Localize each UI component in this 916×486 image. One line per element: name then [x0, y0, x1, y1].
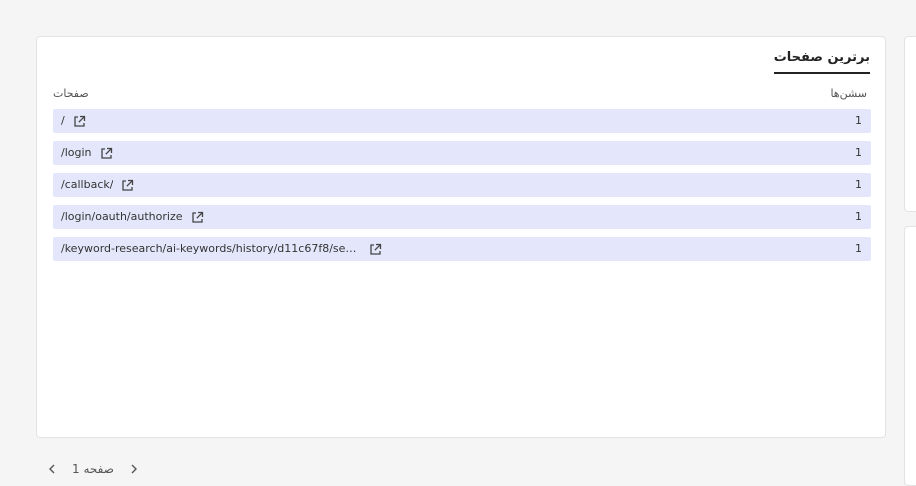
session-count: 1: [855, 210, 862, 223]
list-item: /callback/ 1: [53, 173, 871, 197]
external-link-icon[interactable]: [73, 115, 86, 128]
side-card-bottom: [904, 226, 916, 486]
page-path-link[interactable]: /keyword-research/ai-keywords/history/d1…: [61, 237, 382, 261]
pages-list: / 1 /login 1 /callback/ 1 /login/oauth/a…: [53, 109, 871, 269]
page-path: /: [61, 114, 65, 127]
list-item: /login/oauth/authorize 1: [53, 205, 871, 229]
session-count: 1: [855, 242, 862, 255]
external-link-icon[interactable]: [100, 147, 113, 160]
page-path: /login: [61, 146, 92, 159]
list-item: / 1: [53, 109, 871, 133]
column-header-pages: صفحات: [53, 87, 89, 100]
page-path-link[interactable]: /callback/: [61, 173, 134, 197]
page-path-link[interactable]: /login: [61, 141, 113, 165]
external-link-icon[interactable]: [191, 211, 204, 224]
tab-top-pages[interactable]: برترین صفحات: [773, 50, 870, 74]
page-indicator: صفحه 1: [72, 462, 114, 476]
page-path-link[interactable]: /: [61, 109, 86, 133]
pagination: صفحه 1: [44, 460, 142, 478]
external-link-icon[interactable]: [121, 179, 134, 192]
external-link-icon[interactable]: [369, 243, 382, 256]
session-count: 1: [855, 114, 862, 127]
page-path: /keyword-research/ai-keywords/history/d1…: [61, 242, 361, 255]
side-card-top: [904, 36, 916, 212]
page-path: /login/oauth/authorize: [61, 210, 183, 223]
chevron-right-icon[interactable]: [126, 461, 142, 477]
page-path: /callback/: [61, 178, 114, 191]
list-item: /keyword-research/ai-keywords/history/d1…: [53, 237, 871, 261]
session-count: 1: [855, 146, 862, 159]
column-header-sessions: سشن‌ها: [830, 87, 867, 100]
list-item: /login 1: [53, 141, 871, 165]
top-pages-card: برترین صفحات صفحات سشن‌ها / 1 /login 1: [36, 36, 886, 438]
session-count: 1: [855, 178, 862, 191]
page-path-link[interactable]: /login/oauth/authorize: [61, 205, 204, 229]
chevron-left-icon[interactable]: [44, 461, 60, 477]
